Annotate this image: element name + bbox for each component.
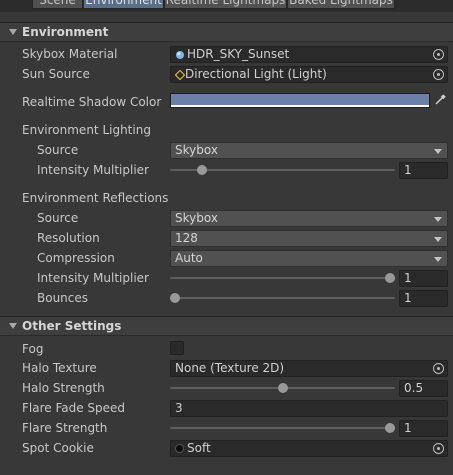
reflection-source-value: Skybox (175, 211, 218, 225)
fog-checkbox[interactable] (170, 341, 184, 355)
halo-strength-slider[interactable] (170, 380, 395, 397)
color-swatch (171, 94, 429, 105)
lighting-source-dropdown[interactable]: Skybox (170, 142, 448, 159)
halo-texture-label: Halo Texture (22, 361, 97, 375)
reflection-intensity-value: 1 (404, 271, 412, 285)
reflection-source-dropdown[interactable]: Skybox (170, 210, 448, 227)
other-settings-section-title: Other Settings (22, 319, 122, 333)
halo-strength-value: 0.5 (404, 381, 424, 395)
object-picker-icon[interactable] (433, 443, 444, 454)
halo-texture-value: None (Texture 2D) (175, 361, 285, 375)
tab-realtime-lightmaps[interactable]: Realtime Lightmaps (164, 0, 287, 9)
flare-strength-value: 1 (404, 421, 412, 435)
halo-strength-label: Halo Strength (22, 381, 105, 395)
skybox-material-field[interactable]: HDR_SKY_Sunset (170, 46, 448, 63)
environment-section-title: Environment (22, 25, 109, 39)
tab-scene[interactable]: Scene (32, 0, 83, 9)
skybox-material-label: Skybox Material (22, 47, 118, 61)
sun-source-field[interactable]: Directional Light (Light) (170, 66, 448, 83)
slider-thumb[interactable] (170, 293, 180, 303)
lighting-intensity-value: 1 (404, 163, 412, 177)
object-picker-icon[interactable] (433, 69, 444, 80)
slider-track (170, 277, 395, 279)
tab-bar: Scene Environment Realtime Lightmaps Bak… (0, 0, 453, 12)
eyedropper-icon[interactable] (434, 94, 446, 106)
resolution-dropdown[interactable]: 128 (170, 230, 448, 247)
environment-lighting-heading: Environment Lighting (22, 123, 151, 137)
bounces-value: 1 (404, 291, 412, 305)
environment-reflections-heading: Environment Reflections (22, 191, 169, 205)
fog-label: Fog (22, 342, 44, 356)
flare-strength-label: Flare Strength (22, 421, 108, 435)
sun-source-value: Directional Light (Light) (185, 67, 327, 81)
dropdown-arrow-icon (434, 217, 442, 222)
spot-cookie-label: Spot Cookie (22, 441, 94, 455)
skybox-material-value: HDR_SKY_Sunset (187, 47, 290, 61)
lighting-source-value: Skybox (175, 143, 218, 157)
light-icon (175, 70, 185, 80)
texture-icon (175, 444, 184, 453)
halo-texture-field[interactable]: None (Texture 2D) (170, 360, 448, 377)
object-picker-icon[interactable] (433, 49, 444, 60)
lighting-intensity-slider[interactable] (170, 162, 395, 179)
flare-fade-speed-label: Flare Fade Speed (22, 401, 126, 415)
sun-source-label: Sun Source (22, 67, 90, 81)
realtime-shadow-color-field[interactable] (170, 93, 430, 108)
halo-strength-input[interactable]: 0.5 (399, 380, 448, 397)
bounces-input[interactable]: 1 (399, 290, 448, 307)
bounces-slider[interactable] (170, 290, 395, 307)
reflection-intensity-label: Intensity Multiplier (37, 271, 149, 285)
dropdown-arrow-icon (434, 237, 442, 242)
foldout-arrow-icon[interactable] (9, 323, 17, 329)
realtime-shadow-color-label: Realtime Shadow Color (22, 95, 162, 109)
compression-value: Auto (175, 251, 203, 265)
resolution-value: 128 (175, 231, 198, 245)
bounces-label: Bounces (37, 291, 89, 305)
tab-baked-lightmaps[interactable]: Baked Lightmaps (287, 0, 395, 9)
tab-environment[interactable]: Environment (83, 0, 164, 9)
object-picker-icon[interactable] (433, 363, 444, 374)
material-sphere-icon (176, 51, 184, 59)
lighting-intensity-label: Intensity Multiplier (37, 163, 149, 177)
resolution-label: Resolution (37, 231, 100, 245)
reflection-intensity-input[interactable]: 1 (399, 270, 448, 287)
environment-section-header[interactable]: Environment (0, 22, 453, 42)
dropdown-arrow-icon (434, 257, 442, 262)
slider-track (170, 427, 395, 429)
slider-thumb[interactable] (277, 383, 288, 393)
lighting-intensity-input[interactable]: 1 (399, 162, 448, 179)
foldout-arrow-icon[interactable] (9, 29, 17, 35)
compression-label: Compression (37, 251, 115, 265)
reflection-intensity-slider[interactable] (170, 270, 395, 287)
flare-strength-input[interactable]: 1 (399, 420, 448, 437)
dropdown-arrow-icon (434, 149, 442, 154)
spot-cookie-value: Soft (187, 441, 211, 455)
compression-dropdown[interactable]: Auto (170, 250, 448, 267)
flare-strength-slider[interactable] (170, 420, 395, 437)
reflection-source-label: Source (37, 211, 79, 225)
slider-thumb[interactable] (385, 423, 395, 433)
flare-fade-speed-input[interactable]: 3 (170, 400, 448, 417)
other-settings-section-header[interactable]: Other Settings (0, 316, 453, 336)
slider-thumb[interactable] (196, 165, 207, 175)
lighting-source-label: Source (37, 143, 79, 157)
spot-cookie-field[interactable]: Soft (170, 440, 448, 457)
flare-fade-speed-value: 3 (175, 401, 183, 415)
slider-thumb[interactable] (385, 273, 395, 283)
slider-track (170, 297, 395, 299)
